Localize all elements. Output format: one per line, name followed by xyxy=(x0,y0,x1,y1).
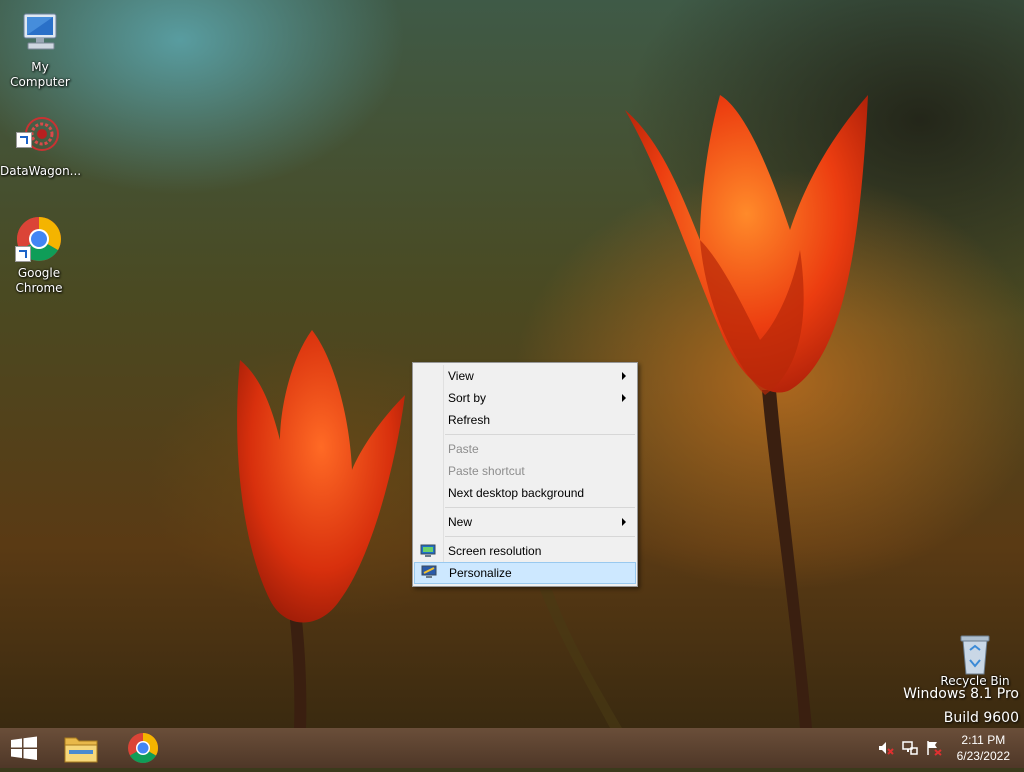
desktop-icon-label: DataWagon... xyxy=(0,164,82,178)
volume-muted-icon[interactable] xyxy=(878,740,894,756)
menu-item-personalize[interactable]: Personalize xyxy=(414,562,636,584)
submenu-arrow-icon xyxy=(622,394,626,402)
menu-item-refresh[interactable]: Refresh xyxy=(414,409,636,431)
submenu-arrow-icon xyxy=(622,518,626,526)
monitor-icon xyxy=(420,543,436,557)
menu-item-paste-shortcut: Paste shortcut xyxy=(414,460,636,482)
submenu-arrow-icon xyxy=(622,372,626,380)
watermark-build: Build 9600 xyxy=(943,710,1019,726)
desktop-context-menu: View Sort by Refresh Paste Paste shortcu… xyxy=(412,362,638,587)
menu-item-label: New xyxy=(448,515,473,529)
menu-item-label: Screen resolution xyxy=(448,544,542,558)
menu-item-label: Next desktop background xyxy=(448,486,585,500)
menu-separator xyxy=(445,434,635,435)
menu-item-label: View xyxy=(448,369,474,383)
shortcut-arrow-icon xyxy=(16,132,32,148)
action-center-flag-icon[interactable] xyxy=(926,740,942,756)
desktop-icon-my-computer[interactable]: My Computer xyxy=(0,10,80,90)
computer-icon xyxy=(16,10,64,58)
network-icon[interactable] xyxy=(902,740,918,756)
taskbar-file-explorer[interactable] xyxy=(56,728,106,768)
chrome-icon xyxy=(128,733,159,764)
chrome-icon xyxy=(15,216,63,264)
menu-item-new[interactable]: New xyxy=(414,511,636,533)
menu-item-label: Paste xyxy=(448,442,479,456)
desktop-icon-recycle-bin[interactable]: Recycle Bin xyxy=(935,630,1015,689)
menu-separator xyxy=(445,536,635,537)
menu-item-label: Personalize xyxy=(449,566,512,580)
menu-item-label: Sort by xyxy=(448,391,487,405)
desktop-icon-datawagon[interactable]: DataWagon... xyxy=(0,114,82,179)
windows-start-icon xyxy=(11,736,37,760)
datawagon-icon xyxy=(16,114,64,162)
menu-item-paste: Paste xyxy=(414,438,636,460)
menu-item-next-desktop-background[interactable]: Next desktop background xyxy=(414,482,636,504)
menu-item-sort-by[interactable]: Sort by xyxy=(414,387,636,409)
menu-item-screen-resolution[interactable]: Screen resolution xyxy=(414,540,636,562)
desktop-icon-label: My Computer xyxy=(10,60,70,89)
taskbar: 2:11 PM 6/23/2022 xyxy=(0,728,1024,768)
clock-date: 6/23/2022 xyxy=(956,749,1010,763)
menu-item-view[interactable]: View xyxy=(414,365,636,387)
shortcut-arrow-icon xyxy=(15,246,31,262)
menu-item-label: Refresh xyxy=(448,413,491,427)
file-explorer-icon xyxy=(64,737,98,763)
menu-separator xyxy=(445,507,635,508)
taskbar-clock[interactable]: 2:11 PM 6/23/2022 xyxy=(957,732,1010,764)
system-tray: 2:11 PM 6/23/2022 xyxy=(864,728,1024,768)
clock-time: 2:11 PM xyxy=(961,733,1006,747)
personalize-icon xyxy=(421,565,437,579)
menu-item-label: Paste shortcut xyxy=(448,464,525,478)
desktop-icon-label: Google Chrome xyxy=(15,266,63,295)
desktop-icon-google-chrome[interactable]: Google Chrome xyxy=(0,216,79,296)
taskbar-chrome[interactable] xyxy=(118,728,168,768)
recycle-bin-icon xyxy=(951,630,999,678)
start-button[interactable] xyxy=(0,728,56,768)
windows-build-watermark: Build 9600 xyxy=(944,710,1019,726)
